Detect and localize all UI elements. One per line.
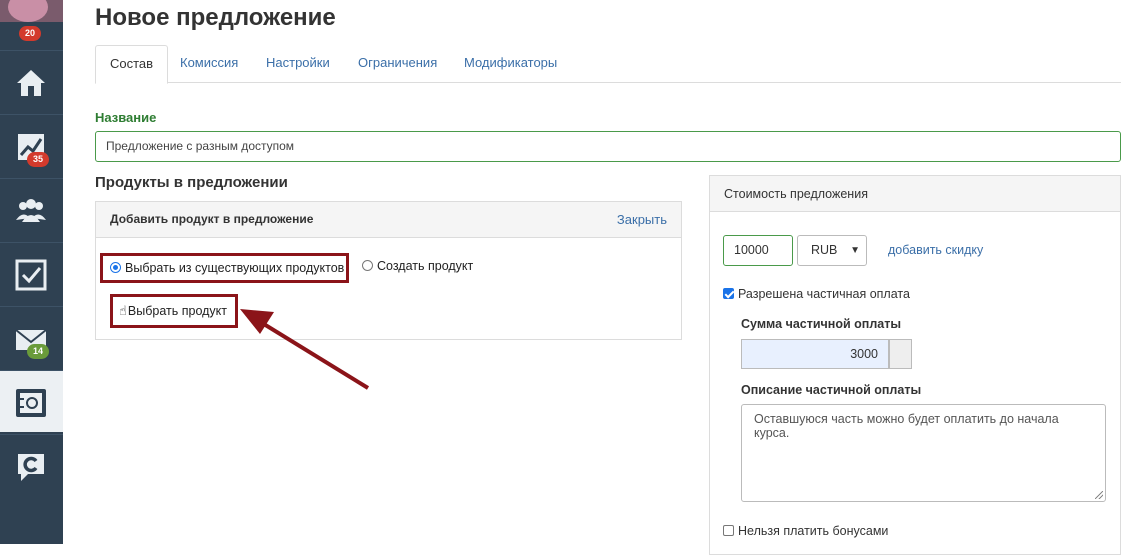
tab-restrictions[interactable]: Ограничения bbox=[344, 45, 451, 83]
currency-value: RUB bbox=[811, 243, 838, 257]
partial-payment-checkbox[interactable]: Разрешена частичная оплата bbox=[723, 287, 910, 301]
tasks-icon bbox=[15, 259, 47, 291]
tab-settings[interactable]: Настройки bbox=[252, 45, 344, 83]
sidebar-item-mail[interactable]: 14 bbox=[0, 306, 63, 368]
add-discount-link[interactable]: добавить скидку bbox=[888, 243, 983, 257]
tab-modifiers[interactable]: Модификаторы bbox=[450, 45, 571, 83]
add-product-panel-title: Добавить продукт в предложение bbox=[110, 212, 314, 226]
tab-commission[interactable]: Комиссия bbox=[166, 45, 252, 83]
price-input[interactable]: 10000 bbox=[723, 235, 793, 266]
sidebar: 20 35 14 bbox=[0, 0, 63, 544]
sidebar-item-tasks[interactable] bbox=[0, 242, 63, 304]
option-existing-products[interactable]: Выбрать из существующих продуктов bbox=[100, 253, 349, 283]
avatar[interactable] bbox=[0, 0, 63, 22]
option-create-product[interactable]: Создать продукт bbox=[362, 259, 473, 273]
tab-bar: Состав Комиссия Настройки Ограничения Мо… bbox=[95, 45, 1121, 84]
chat-icon bbox=[18, 454, 44, 481]
option-existing-label: Выбрать из существующих продуктов bbox=[125, 261, 345, 275]
name-input[interactable]: Предложение с разным доступом bbox=[95, 131, 1121, 162]
no-bonus-label: Нельзя платить бонусами bbox=[738, 524, 889, 538]
home-icon bbox=[17, 70, 45, 96]
cost-panel: Стоимость предложения 10000 RUB ▼ добави… bbox=[709, 175, 1121, 555]
close-link[interactable]: Закрыть bbox=[617, 212, 667, 227]
annotation-arrow-icon bbox=[240, 309, 370, 390]
partial-desc-label: Описание частичной оплаты bbox=[741, 383, 922, 397]
cost-heading: Стоимость предложения bbox=[710, 176, 1120, 212]
products-heading: Продукты в предложении bbox=[95, 174, 288, 191]
sidebar-item-sales[interactable] bbox=[0, 370, 63, 432]
tab-composition[interactable]: Состав bbox=[95, 45, 169, 84]
no-bonus-checkbox[interactable]: Нельзя платить бонусами bbox=[723, 524, 888, 538]
page-title: Новое предложение bbox=[95, 4, 336, 31]
partial-desc-text: Оставшуюся часть можно будет оплатить до… bbox=[754, 412, 1059, 440]
chevron-down-icon: ▼ bbox=[850, 245, 860, 256]
partial-sum-input[interactable]: 3000 bbox=[741, 339, 889, 369]
radio-selected-icon[interactable] bbox=[110, 262, 121, 273]
partial-desc-textarea[interactable]: Оставшуюся часть можно будет оплатить до… bbox=[741, 404, 1106, 502]
notifications-badge: 20 bbox=[19, 26, 42, 41]
checkbox-icon[interactable] bbox=[723, 525, 734, 536]
mail-badge: 14 bbox=[27, 344, 50, 359]
hand-pointer-icon: ☝ bbox=[119, 303, 127, 318]
name-label: Название bbox=[95, 110, 157, 125]
add-product-panel: Добавить продукт в предложение Закрыть В… bbox=[95, 201, 682, 340]
partial-payment-label: Разрешена частичная оплата bbox=[738, 287, 910, 301]
sidebar-item-chat[interactable] bbox=[0, 434, 63, 496]
currency-select[interactable]: RUB ▼ bbox=[797, 235, 867, 266]
radio-icon[interactable] bbox=[362, 260, 373, 271]
sidebar-item-users[interactable] bbox=[0, 178, 63, 240]
sidebar-item-stats[interactable]: 35 bbox=[0, 114, 63, 176]
checkbox-checked-icon[interactable] bbox=[723, 288, 734, 299]
partial-sum-label: Сумма частичной оплаты bbox=[741, 317, 902, 331]
select-product-button[interactable]: ☝Выбрать продукт bbox=[110, 294, 238, 328]
users-icon bbox=[16, 199, 46, 222]
add-product-panel-header: Добавить продукт в предложение Закрыть bbox=[96, 202, 681, 238]
resize-handle-icon[interactable] bbox=[1095, 491, 1103, 499]
select-product-label: Выбрать продукт bbox=[127, 304, 228, 318]
partial-sum-addon bbox=[889, 339, 912, 369]
stats-badge: 35 bbox=[27, 152, 50, 167]
option-create-label: Создать продукт bbox=[377, 259, 474, 273]
safe-icon bbox=[16, 389, 46, 417]
sidebar-item-home[interactable] bbox=[0, 50, 63, 112]
